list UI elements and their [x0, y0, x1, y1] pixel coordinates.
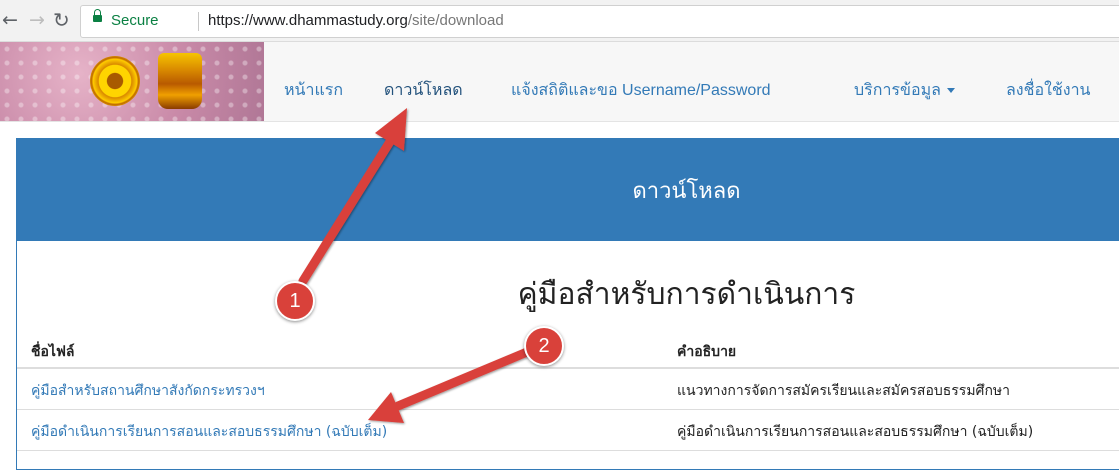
royal-crest-emblem-icon [158, 53, 202, 109]
url-host: https://www.dhammastudy.org [208, 12, 408, 29]
forward-arrow-icon[interactable]: → [29, 9, 45, 31]
file-description: แนวทางการจัดการสมัครเรียนและสมัครสอบธรรม… [677, 383, 1011, 399]
column-header-filename: ชื่อไฟล์ [31, 344, 75, 360]
nav-services-label: บริการข้อมูล [854, 82, 941, 99]
dharma-wheel-emblem-icon [90, 56, 140, 106]
download-panel: ดาวน์โหลด คู่มือสำหรับการดำเนินการ ชื่อไ… [16, 138, 1119, 470]
column-header-description: คำอธิบาย [677, 344, 737, 360]
table-row: คู่มือดำเนินการเรียนการสอนและสอบธรรมศึกษ… [17, 410, 1119, 451]
file-link[interactable]: คู่มือดำเนินการเรียนการสอนและสอบธรรมศึกษ… [31, 421, 387, 443]
url-text[interactable]: https://www.dhammastudy.org/site/downloa… [208, 12, 504, 29]
browser-toolbar: ← → ↻ Secure https://www.dhammastudy.org… [0, 0, 1119, 42]
file-link[interactable]: คู่มือสำหรับสถานศึกษาสังกัดกระทรวงฯ [31, 380, 265, 402]
nav-home-link[interactable]: หน้าแรก [284, 78, 343, 103]
annotation-badge-1: 1 [275, 281, 315, 321]
site-navbar: หน้าแรก ดาวน์โหลด แจ้งสถิติและขอ Usernam… [0, 42, 1119, 122]
section-title: คู่มือสำหรับการดำเนินการ [517, 277, 856, 312]
secure-label: Secure [111, 12, 159, 29]
file-description: คู่มือดำเนินการเรียนการสอนและสอบธรรมศึกษ… [677, 424, 1034, 440]
caret-down-icon [946, 88, 955, 94]
nav-stats-username-link[interactable]: แจ้งสถิติและขอ Username/Password [511, 78, 771, 103]
back-arrow-icon[interactable]: ← [2, 9, 18, 31]
panel-heading: ดาวน์โหลด [17, 139, 1119, 241]
lock-icon [93, 9, 102, 22]
nav-login-link[interactable]: ลงชื่อใช้งาน [1006, 78, 1091, 103]
reload-icon[interactable]: ↻ [53, 9, 70, 31]
site-logo-banner[interactable] [0, 42, 264, 121]
nav-services-dropdown[interactable]: บริการข้อมูล [854, 78, 955, 103]
table-header: ชื่อไฟล์ คำอธิบาย [17, 335, 1119, 369]
nav-download-link[interactable]: ดาวน์โหลด [384, 78, 463, 103]
url-divider [198, 12, 199, 31]
address-bar[interactable]: Secure https://www.dhammastudy.org/site/… [80, 5, 1119, 38]
url-path: /site/download [407, 12, 504, 29]
annotation-badge-2: 2 [524, 326, 564, 366]
panel-title: ดาวน์โหลด [632, 178, 741, 204]
table-row: คู่มือสำหรับสถานศึกษาสังกัดกระทรวงฯ แนวท… [17, 369, 1119, 410]
